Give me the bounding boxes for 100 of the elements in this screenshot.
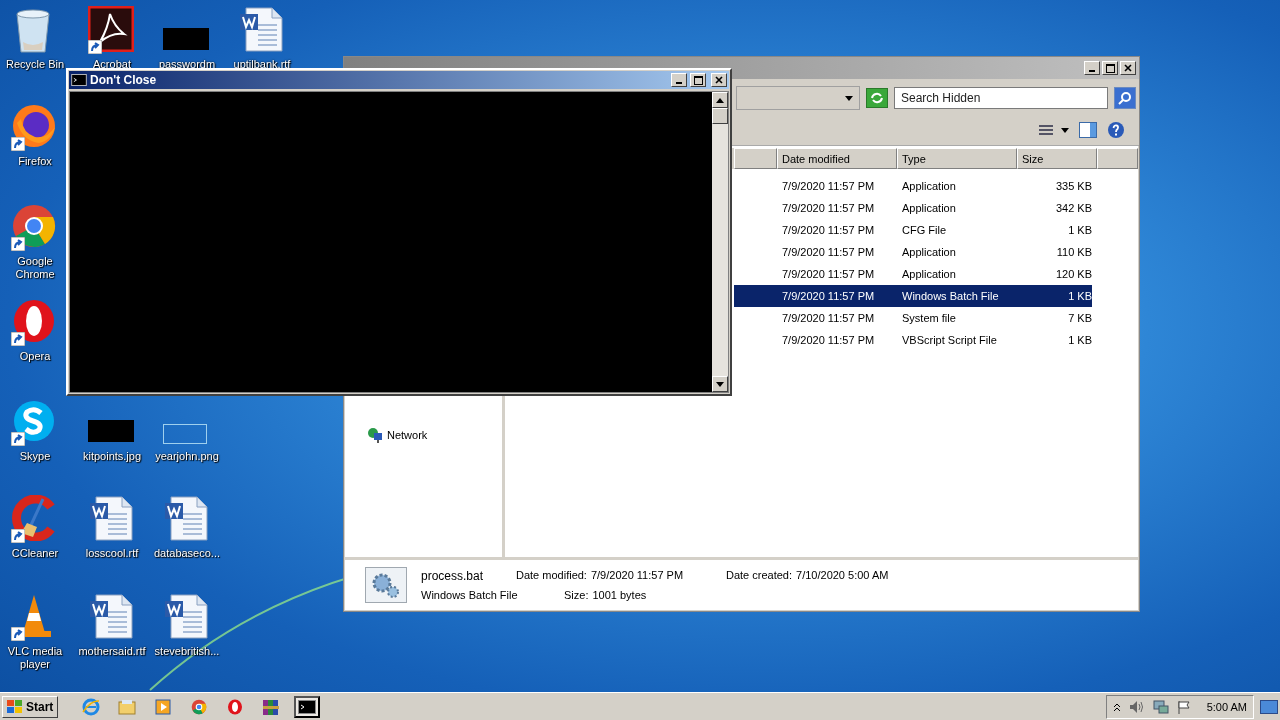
network-icon[interactable] — [1152, 699, 1169, 714]
list-view-icon — [1039, 123, 1069, 137]
start-button[interactable]: Start — [2, 695, 59, 718]
speaker-icon[interactable] — [1128, 699, 1145, 714]
folder-icon — [118, 698, 137, 715]
minimize-button[interactable] — [671, 73, 687, 87]
size-cell-text: 1 KB — [1067, 334, 1092, 346]
gears-file-icon — [365, 567, 407, 603]
image-thumbnail-icon — [88, 420, 134, 442]
maximize-button[interactable] — [690, 73, 706, 87]
opera-icon — [11, 298, 57, 344]
taskbar-app-button[interactable] — [294, 695, 321, 718]
close-button[interactable] — [711, 73, 727, 87]
type-cell-text: Application — [901, 246, 957, 258]
size-cell-text: 335 KB — [1054, 180, 1092, 192]
command-prompt-icon — [71, 74, 87, 86]
desktop-icon-label[interactable]: VLC media player — [5, 645, 65, 671]
scroll-down-button[interactable] — [712, 376, 728, 392]
detail-value: 7/9/2020 11:57 PM — [590, 569, 684, 583]
media-player-icon — [155, 698, 172, 715]
scrollbar[interactable] — [712, 92, 728, 392]
date-cell-text: 7/9/2020 11:57 PM — [781, 202, 876, 214]
ccleaner-icon — [11, 495, 57, 541]
desktop-icon-label[interactable]: Opera — [19, 350, 51, 363]
preview-pane-button[interactable] — [1079, 122, 1097, 138]
desktop-icon-label[interactable]: Acrobat — [93, 58, 131, 71]
detail-value: 7/10/2020 5:00 AM — [796, 569, 889, 583]
date-cell-text: 7/9/2020 11:57 PM — [781, 334, 876, 346]
down-arrow-icon — [716, 381, 724, 387]
desktop-icon-label[interactable]: Google Chrome — [5, 255, 65, 281]
desktop-icon-label[interactable]: CCleaner — [11, 547, 59, 560]
desktop-icon-label[interactable]: kitpoints.jpg — [82, 450, 142, 463]
desktop-icon-label[interactable]: uptilbank.rtf — [233, 58, 291, 71]
column-header[interactable]: Size — [1017, 148, 1097, 169]
word-document-icon — [88, 593, 134, 639]
window-title: Don't Close — [90, 73, 158, 87]
minimize-button[interactable] — [1084, 61, 1100, 75]
search-button[interactable] — [1114, 87, 1136, 109]
desktop-icon-label[interactable]: losscool.rtf — [85, 547, 139, 560]
desktop-icon-label[interactable]: mothersaid.rtf — [78, 645, 146, 658]
size-cell-text: 342 KB — [1054, 202, 1092, 214]
show-hidden-icons-icon[interactable] — [1112, 701, 1121, 712]
address-field[interactable] — [736, 86, 860, 110]
opera-icon — [227, 698, 244, 715]
column-header[interactable]: Type — [897, 148, 1017, 169]
flag-icon[interactable] — [1176, 699, 1191, 714]
detail-label: Date created: — [726, 569, 793, 583]
file-name: process.bat — [421, 569, 485, 583]
skype-icon — [11, 398, 57, 444]
desktop-icon-label[interactable]: yearjohn.png — [155, 450, 219, 463]
desktop-icon-label[interactable]: stevebritish... — [154, 645, 220, 658]
date-cell-text: 7/9/2020 11:57 PM — [781, 246, 876, 258]
file-row[interactable]: 7/9/2020 11:57 PM Windows Batch File 1 KB — [734, 285, 1092, 307]
chrome-icon — [11, 203, 57, 249]
file-row[interactable]: 7/9/2020 11:57 PM System file 7 KB — [734, 307, 1092, 329]
column-header[interactable]: Date modified — [777, 148, 897, 169]
maximize-icon — [1105, 63, 1115, 73]
desktop-icon-label[interactable]: Skype — [19, 450, 51, 463]
refresh-button[interactable] — [866, 88, 888, 108]
file-type: Windows Batch File — [421, 589, 516, 601]
word-document-icon — [163, 593, 209, 639]
clock[interactable]: 5:00 AM — [1206, 700, 1247, 713]
show-desktop-icon[interactable] — [1260, 699, 1278, 714]
file-row[interactable]: 7/9/2020 11:57 PM Application 342 KB — [734, 197, 1092, 219]
detail-value: 1001 bytes — [592, 589, 647, 601]
image-thumbnail-icon — [163, 28, 209, 50]
file-row[interactable]: 7/9/2020 11:57 PM Application 110 KB — [734, 241, 1092, 263]
type-cell-text: CFG File — [901, 224, 947, 236]
desktop-icon-label[interactable]: Firefox — [18, 155, 52, 168]
file-row[interactable]: 7/9/2020 11:57 PM VBScript Script File 1 KB — [734, 329, 1092, 351]
desktop-icon-label[interactable]: passwordm — [158, 58, 216, 71]
maximize-button[interactable] — [1102, 61, 1118, 75]
type-cell-text: Windows Batch File — [901, 290, 1000, 302]
word-document-icon — [163, 495, 209, 541]
desktop-icon-label[interactable]: Recycle Bin — [5, 58, 65, 71]
column-header[interactable] — [1097, 148, 1138, 169]
command-prompt-icon — [298, 699, 317, 714]
search-field[interactable]: Search Hidden — [894, 87, 1108, 109]
chrome-icon — [191, 698, 208, 715]
view-options-button[interactable] — [1039, 123, 1069, 137]
close-button[interactable] — [1120, 61, 1136, 75]
scroll-thumb[interactable] — [712, 108, 728, 124]
column-header[interactable] — [734, 148, 777, 169]
maximize-icon — [693, 75, 703, 85]
detail-label: Size: — [564, 589, 589, 601]
desktop-icon-label[interactable]: databaseco... — [153, 547, 221, 560]
refresh-icon — [870, 92, 884, 104]
down-arrow-icon — [845, 95, 853, 101]
detail-label: Date modified: — [516, 569, 587, 583]
image-thumbnail-icon — [163, 424, 207, 444]
size-cell-text: 110 KB — [1055, 246, 1092, 258]
search-icon — [1118, 91, 1132, 105]
file-row[interactable]: 7/9/2020 11:57 PM Application 120 KB — [734, 263, 1092, 285]
size-cell-text: 1 KB — [1067, 290, 1092, 302]
scroll-up-button[interactable] — [712, 92, 728, 108]
help-button[interactable] — [1107, 121, 1125, 139]
firefox-icon — [11, 103, 57, 149]
nav-item-label[interactable]: Network — [387, 429, 428, 441]
file-row[interactable]: 7/9/2020 11:57 PM CFG File 1 KB — [734, 219, 1092, 241]
file-row[interactable]: 7/9/2020 11:57 PM Application 335 KB — [734, 175, 1092, 197]
